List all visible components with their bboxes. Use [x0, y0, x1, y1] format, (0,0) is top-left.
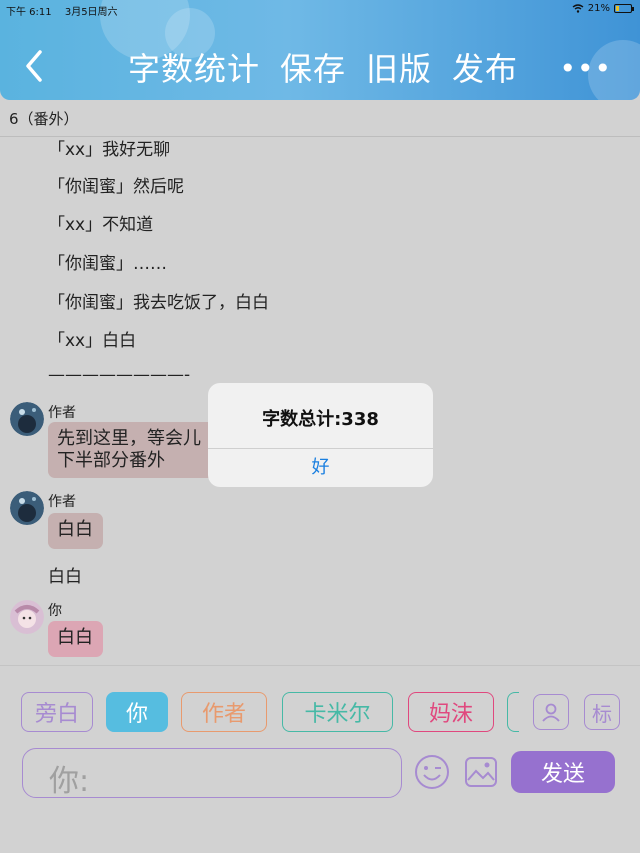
role-tab-author[interactable]: 作者: [181, 692, 267, 732]
role-tab-camille[interactable]: 卡米尔: [282, 692, 393, 732]
narration-line: 「你闺蜜」我去吃饭了，白白: [48, 293, 269, 313]
narration-line: 「你闺蜜」然后呢: [48, 177, 184, 197]
role-tab-overflow[interactable]: [507, 692, 519, 732]
publish-button[interactable]: 发布: [452, 44, 518, 90]
avatar[interactable]: [10, 491, 44, 525]
narration-line: 白白: [48, 567, 82, 587]
narration-line: 「xx」不知道: [48, 215, 154, 235]
send-button[interactable]: 发送: [511, 751, 615, 793]
header-bar: 下午 6:11 3月5日周六 21% 字数统计 保存 旧版 发布 •••: [0, 0, 640, 100]
sender-name: 作者: [48, 405, 76, 421]
dialog-title: 字数总计:338: [262, 409, 379, 430]
role-tab-narration[interactable]: 旁白: [21, 692, 93, 732]
avatar[interactable]: [10, 600, 44, 634]
message-input[interactable]: 你:: [22, 748, 402, 799]
battery-percent: 21%: [587, 3, 610, 14]
chapter-title: 6（番外）: [9, 110, 79, 128]
narration-line: 「xx」白白: [48, 331, 137, 351]
message-bubble[interactable]: 白白: [48, 621, 103, 657]
emoji-icon[interactable]: [414, 754, 450, 790]
battery-fill: [616, 6, 619, 11]
wifi-icon: [572, 4, 584, 13]
sender-name: 你: [48, 603, 62, 619]
role-tab-you[interactable]: 你: [106, 692, 168, 732]
avatar[interactable]: [10, 402, 44, 436]
word-count-dialog: 字数总计:338 好: [208, 383, 433, 487]
more-icon[interactable]: •••: [559, 52, 612, 85]
dialog-ok-button[interactable]: 好: [208, 449, 433, 487]
narration-line: 「你闺蜜」……: [48, 254, 167, 274]
sender-name: 作者: [48, 494, 76, 510]
old-version-button[interactable]: 旧版: [366, 44, 432, 90]
save-button[interactable]: 保存: [280, 44, 346, 90]
input-placeholder: 你:: [49, 764, 90, 799]
narration-line: 「xx」我好无聊: [48, 140, 171, 160]
status-date: 3月5日周六: [64, 7, 118, 18]
back-icon[interactable]: [20, 48, 50, 84]
role-tab-mamo[interactable]: 妈沫: [408, 692, 494, 732]
battery-icon: [614, 4, 634, 13]
word-count-button[interactable]: 字数统计: [128, 44, 260, 90]
nav-actions: 字数统计 保存 旧版 发布: [128, 44, 518, 90]
image-icon[interactable]: [463, 754, 499, 790]
character-icon[interactable]: [533, 694, 569, 730]
compose-panel: 旁白 你 作者 卡米尔 妈沫 标 你: 发送: [0, 665, 640, 853]
status-time: 下午 6:11: [6, 7, 52, 18]
message-bubble[interactable]: 白白: [48, 513, 103, 549]
status-bar: 下午 6:11 3月5日周六 21%: [0, 0, 640, 18]
separator-line: ————————-: [48, 365, 191, 385]
tag-button[interactable]: 标: [584, 694, 620, 730]
